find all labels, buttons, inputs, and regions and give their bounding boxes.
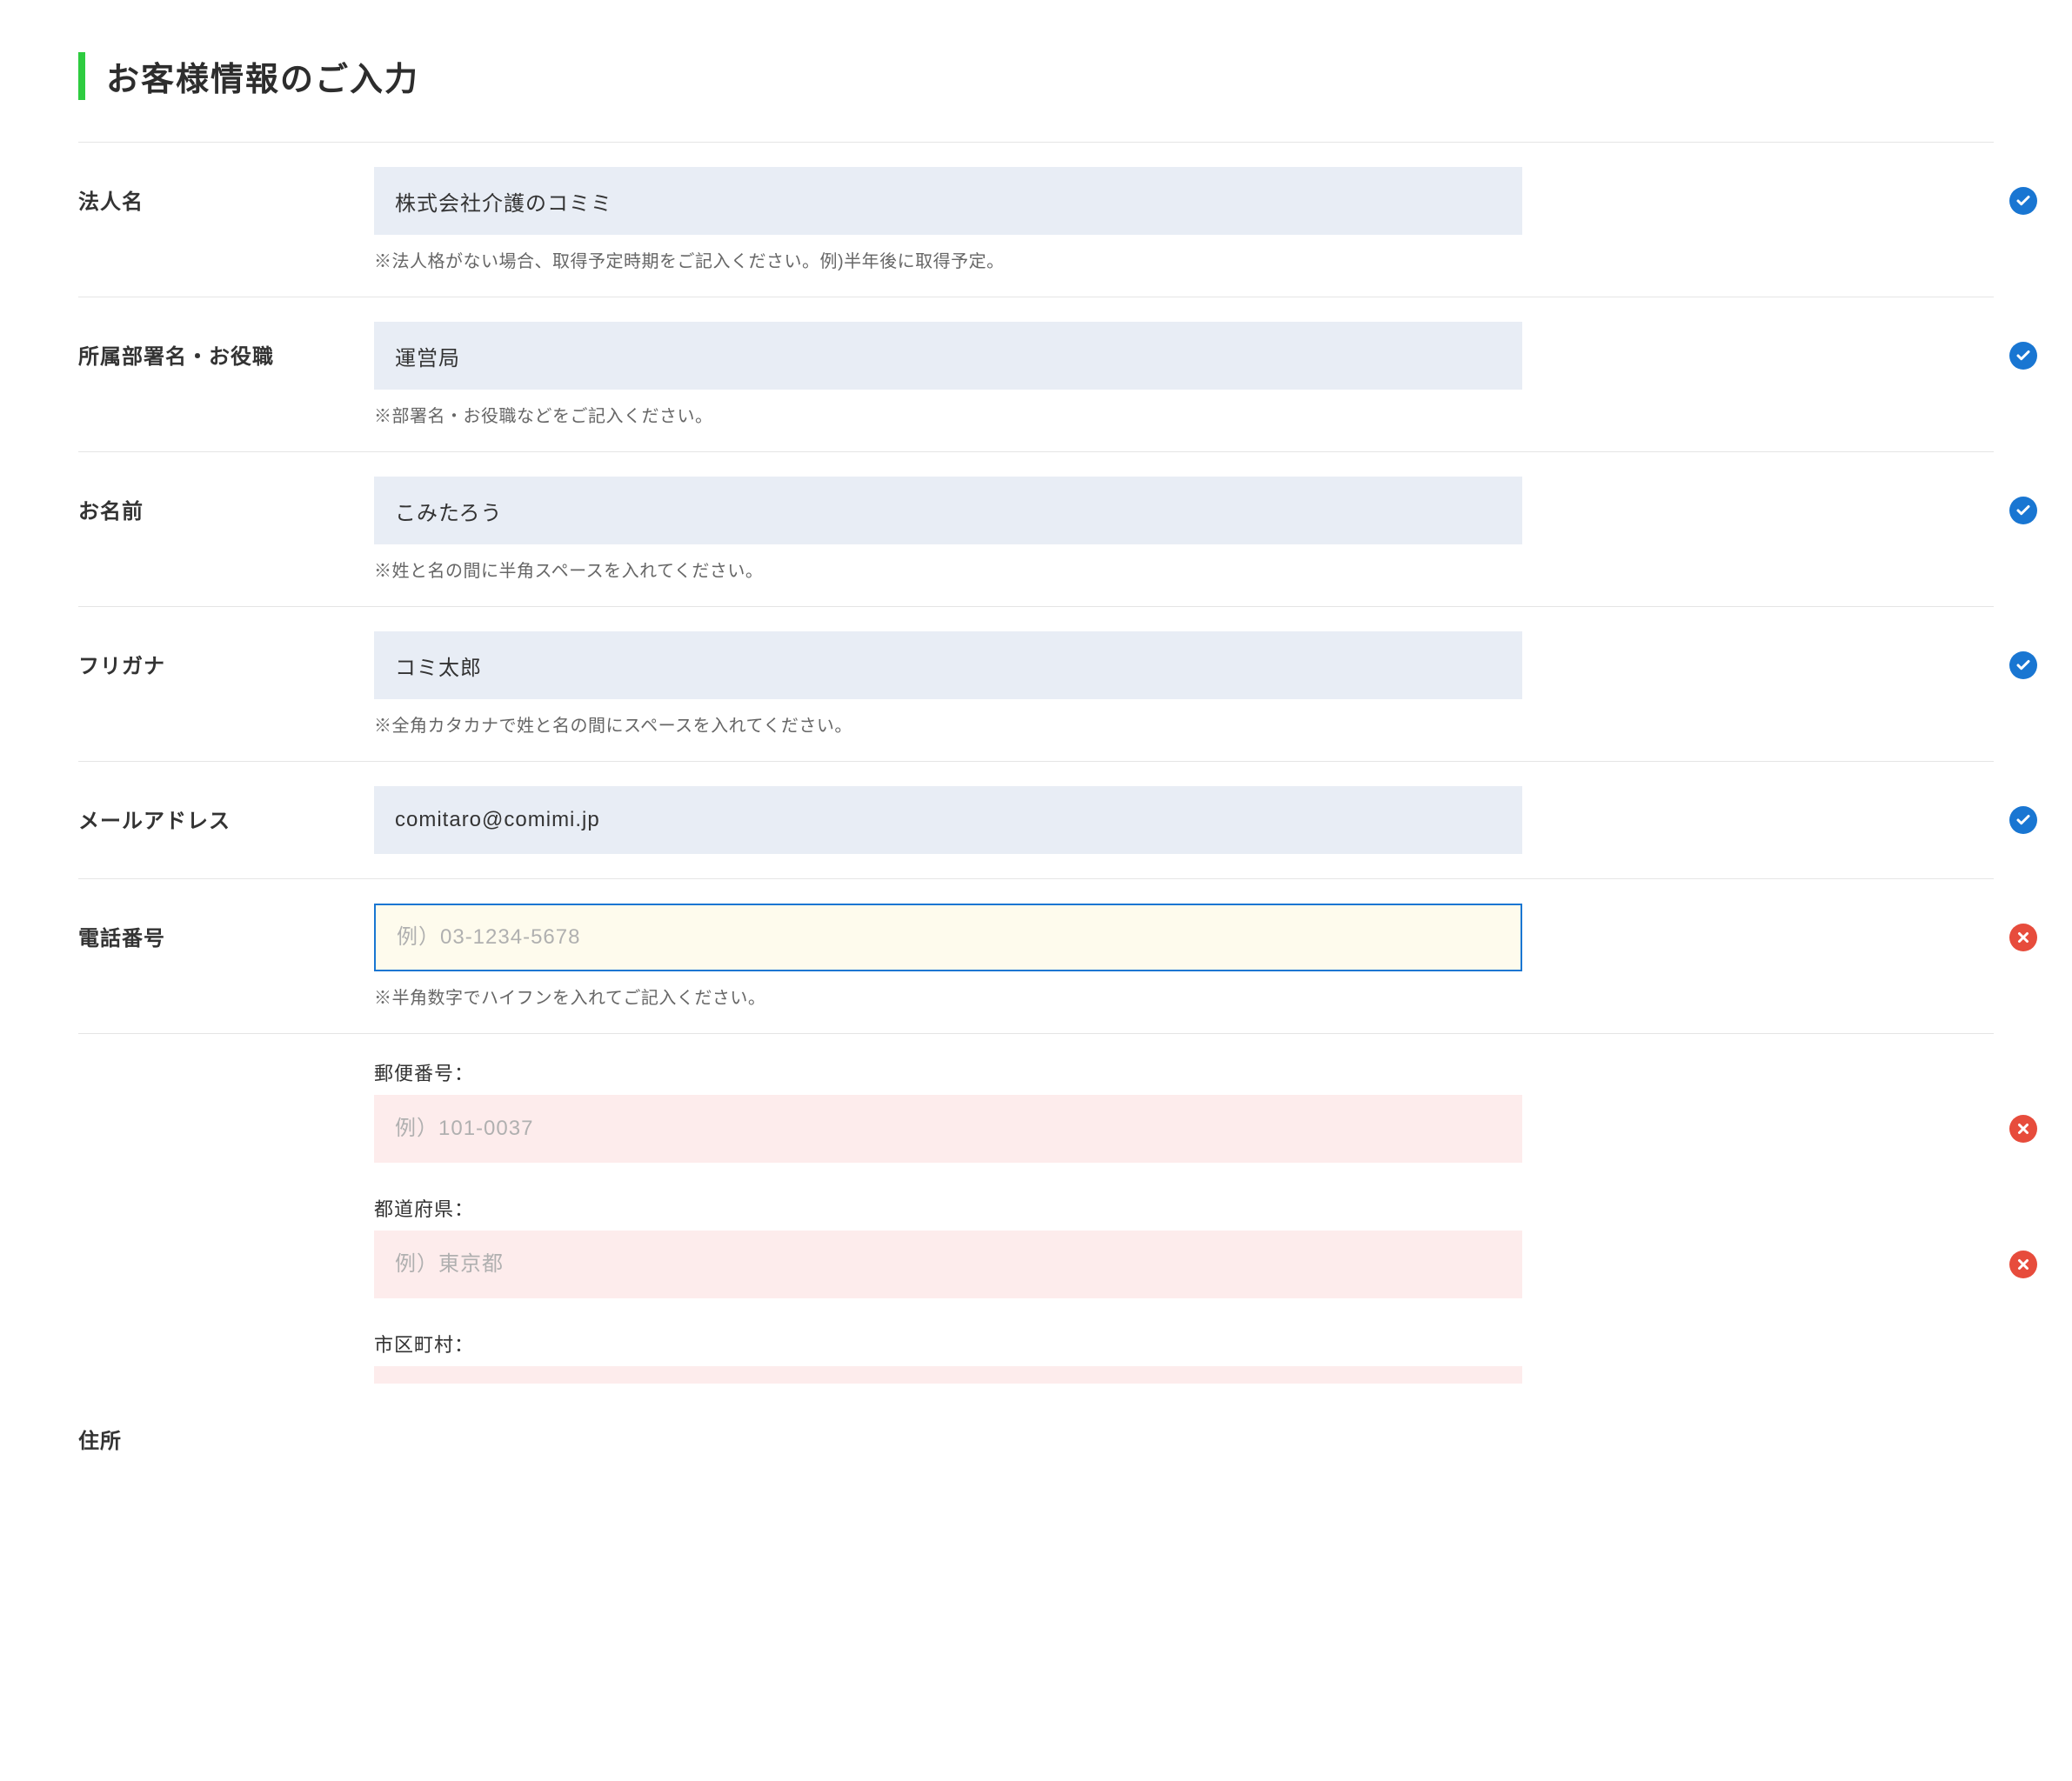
- check-icon: [2009, 342, 2037, 370]
- label-department: 所属部署名・お役職: [78, 322, 374, 370]
- label-furigana: フリガナ: [78, 631, 374, 679]
- row-email: メールアドレス: [78, 761, 1994, 878]
- help-phone: ※半角数字でハイフンを入れてご記入ください。: [374, 984, 1994, 1009]
- row-name: お名前 ※姓と名の間に半角スペースを入れてください。: [78, 451, 1994, 606]
- row-phone: 電話番号 ※半角数字でハイフンを入れてご記入ください。: [78, 878, 1994, 1033]
- help-furigana: ※全角カタカナで姓と名の間にスペースを入れてください。: [374, 711, 1994, 737]
- label-email: メールアドレス: [78, 786, 374, 834]
- row-department: 所属部署名・お役職 ※部署名・お役職などをご記入ください。: [78, 297, 1994, 451]
- row-furigana: フリガナ ※全角カタカナで姓と名の間にスペースを入れてください。: [78, 606, 1994, 761]
- subfield-city: 市区町村：: [374, 1330, 1994, 1384]
- phone-input[interactable]: [374, 904, 1522, 971]
- email-input[interactable]: [374, 786, 1522, 854]
- content-furigana: ※全角カタカナで姓と名の間にスペースを入れてください。: [374, 631, 1994, 737]
- row-address: 住所 郵便番号： 都道府県：: [78, 1033, 1994, 1478]
- sublabel-prefecture: 都道府県：: [374, 1194, 1994, 1222]
- check-icon: [2009, 187, 2037, 215]
- department-input[interactable]: [374, 322, 1522, 390]
- content-department: ※部署名・お役職などをご記入ください。: [374, 322, 1994, 427]
- content-address: 郵便番号： 都道府県： 市区町村：: [374, 1058, 1994, 1384]
- error-icon: [2009, 1251, 2037, 1278]
- label-name: お名前: [78, 477, 374, 524]
- subfield-prefecture: 都道府県：: [374, 1194, 1994, 1298]
- city-input[interactable]: [374, 1366, 1522, 1384]
- check-icon: [2009, 651, 2037, 679]
- company-input[interactable]: [374, 167, 1522, 235]
- row-company: 法人名 ※法人格がない場合、取得予定時期をご記入ください。例)半年後に取得予定。: [78, 142, 1994, 297]
- label-company: 法人名: [78, 167, 374, 215]
- help-company: ※法人格がない場合、取得予定時期をご記入ください。例)半年後に取得予定。: [374, 247, 1994, 272]
- content-phone: ※半角数字でハイフンを入れてご記入ください。: [374, 904, 1994, 1009]
- help-department: ※部署名・お役職などをご記入ください。: [374, 402, 1994, 427]
- check-icon: [2009, 806, 2037, 834]
- content-email: [374, 786, 1994, 854]
- furigana-input[interactable]: [374, 631, 1522, 699]
- label-phone: 電話番号: [78, 904, 374, 951]
- error-icon: [2009, 924, 2037, 951]
- postal-input[interactable]: [374, 1095, 1522, 1163]
- error-icon: [2009, 1115, 2037, 1143]
- sublabel-city: 市区町村：: [374, 1330, 1994, 1357]
- page-title: お客様情報のご入力: [78, 52, 1994, 100]
- customer-info-form: 法人名 ※法人格がない場合、取得予定時期をご記入ください。例)半年後に取得予定。…: [78, 142, 1994, 1478]
- content-name: ※姓と名の間に半角スペースを入れてください。: [374, 477, 1994, 582]
- prefecture-input[interactable]: [374, 1231, 1522, 1298]
- help-name: ※姓と名の間に半角スペースを入れてください。: [374, 557, 1994, 582]
- sublabel-postal: 郵便番号：: [374, 1058, 1994, 1086]
- label-address: 住所: [78, 1058, 374, 1454]
- name-input[interactable]: [374, 477, 1522, 544]
- check-icon: [2009, 497, 2037, 524]
- subfield-postal: 郵便番号：: [374, 1058, 1994, 1163]
- content-company: ※法人格がない場合、取得予定時期をご記入ください。例)半年後に取得予定。: [374, 167, 1994, 272]
